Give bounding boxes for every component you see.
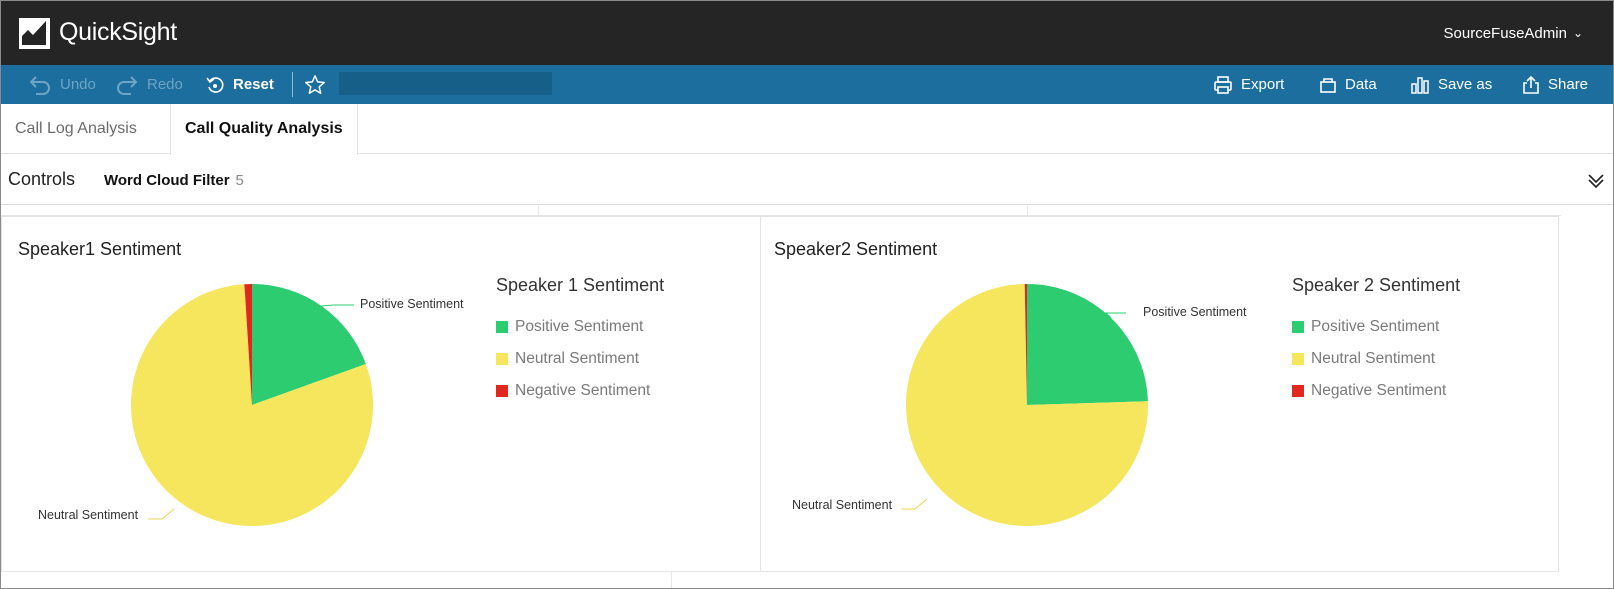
share-icon	[1523, 75, 1539, 94]
star-icon	[305, 74, 325, 94]
legend-label: Neutral Sentiment	[1311, 350, 1436, 367]
data-button[interactable]: Data	[1319, 65, 1377, 104]
share-label: Share	[1548, 76, 1589, 93]
leader-line-neutral	[901, 498, 928, 510]
legend-swatch	[1292, 321, 1304, 333]
chevron-down-icon: ⌄	[1572, 26, 1583, 40]
undo-icon	[29, 75, 50, 95]
legend-swatch	[1292, 385, 1304, 397]
legend-label: Negative Sentiment	[515, 382, 651, 399]
user-name: SourceFuseAdmin	[1443, 25, 1567, 42]
legend-label: Negative Sentiment	[1311, 382, 1447, 399]
grid-divider	[671, 572, 672, 588]
printer-icon	[1214, 75, 1232, 94]
legend-item-negative[interactable]: Negative Sentiment	[1292, 382, 1446, 400]
redo-icon	[117, 75, 138, 95]
word-cloud-filter-control[interactable]: Word Cloud Filter 5	[104, 172, 244, 189]
tab-call-log-analysis[interactable]: Call Log Analysis	[15, 104, 137, 154]
reset-icon	[206, 76, 224, 93]
data-icon	[1320, 77, 1336, 93]
legend-swatch	[496, 353, 508, 365]
data-label-neutral: Neutral Sentiment	[792, 498, 893, 512]
data-label-positive: Positive Sentiment	[1143, 305, 1247, 319]
legend-swatch	[496, 385, 508, 397]
share-button[interactable]: Share	[1522, 65, 1588, 104]
reset-label: Reset	[233, 76, 274, 93]
data-label-neutral: Neutral Sentiment	[38, 508, 139, 522]
legend-label: Neutral Sentiment	[515, 350, 640, 367]
favorite-button[interactable]	[304, 65, 334, 104]
leader-line-positive	[321, 304, 354, 307]
reset-button[interactable]: Reset	[205, 65, 274, 104]
controls-bar: Controls Word Cloud Filter 5	[1, 155, 1613, 205]
legend-swatch	[1292, 353, 1304, 365]
redo-label: Redo	[147, 76, 183, 93]
tab-call-quality-analysis[interactable]: Call Quality Analysis	[170, 104, 358, 155]
save-as-label: Save as	[1438, 76, 1493, 93]
legend-item-positive[interactable]: Positive Sentiment	[496, 318, 643, 336]
legend-item-positive[interactable]: Positive Sentiment	[1292, 318, 1439, 336]
legend-label: Positive Sentiment	[1311, 318, 1440, 335]
filter-count: 5	[235, 172, 244, 189]
quicksight-logo-icon[interactable]	[19, 18, 50, 49]
sheet-tabs: Call Log Analysis Call Quality Analysis	[1, 104, 1613, 155]
data-label-positive: Positive Sentiment	[360, 297, 464, 311]
user-menu[interactable]: SourceFuseAdmin ⌄	[1444, 25, 1583, 42]
legend-swatch	[496, 321, 508, 333]
legend-label: Positive Sentiment	[515, 318, 644, 335]
legend-title: Speaker 1 Sentiment	[496, 275, 665, 295]
speaker2-sentiment-visual[interactable]: Speaker2 Sentiment Positive Sentiment Neu…	[760, 216, 1559, 572]
redo-button[interactable]: Redo	[115, 65, 183, 104]
legend-item-neutral[interactable]: Neutral Sentiment	[1292, 350, 1435, 368]
analysis-toolbar: Undo Redo Reset Export Data Save as Shar…	[1, 65, 1613, 104]
double-chevron-down-icon[interactable]	[1587, 171, 1605, 189]
toolbar-divider	[292, 72, 293, 97]
legend-item-negative[interactable]: Negative Sentiment	[496, 382, 650, 400]
speaker1-sentiment-visual[interactable]: Speaker1 Sentiment Positive Sentiment Neu…	[1, 216, 761, 572]
save-as-button[interactable]: Save as	[1410, 65, 1492, 104]
pie-slice-positive-sentiment[interactable]	[1027, 284, 1148, 405]
leader-line-neutral	[148, 508, 175, 520]
legend-title: Speaker 2 Sentiment	[1292, 275, 1461, 295]
data-label: Data	[1345, 76, 1377, 93]
filter-label: Word Cloud Filter	[104, 172, 230, 189]
legend-item-neutral[interactable]: Neutral Sentiment	[496, 350, 639, 368]
bar-chart-icon	[1411, 76, 1429, 94]
export-label: Export	[1241, 76, 1285, 93]
analysis-name-field[interactable]	[339, 72, 552, 95]
grid-divider	[1, 571, 1559, 572]
undo-button[interactable]: Undo	[28, 65, 96, 104]
undo-label: Undo	[60, 76, 96, 93]
controls-label[interactable]: Controls	[8, 169, 75, 190]
export-button[interactable]: Export	[1213, 65, 1284, 104]
visual-grid-remnant	[1, 206, 1613, 216]
app-header: QuickSight SourceFuseAdmin ⌄	[1, 1, 1613, 65]
brand-name[interactable]: QuickSight	[59, 18, 177, 47]
